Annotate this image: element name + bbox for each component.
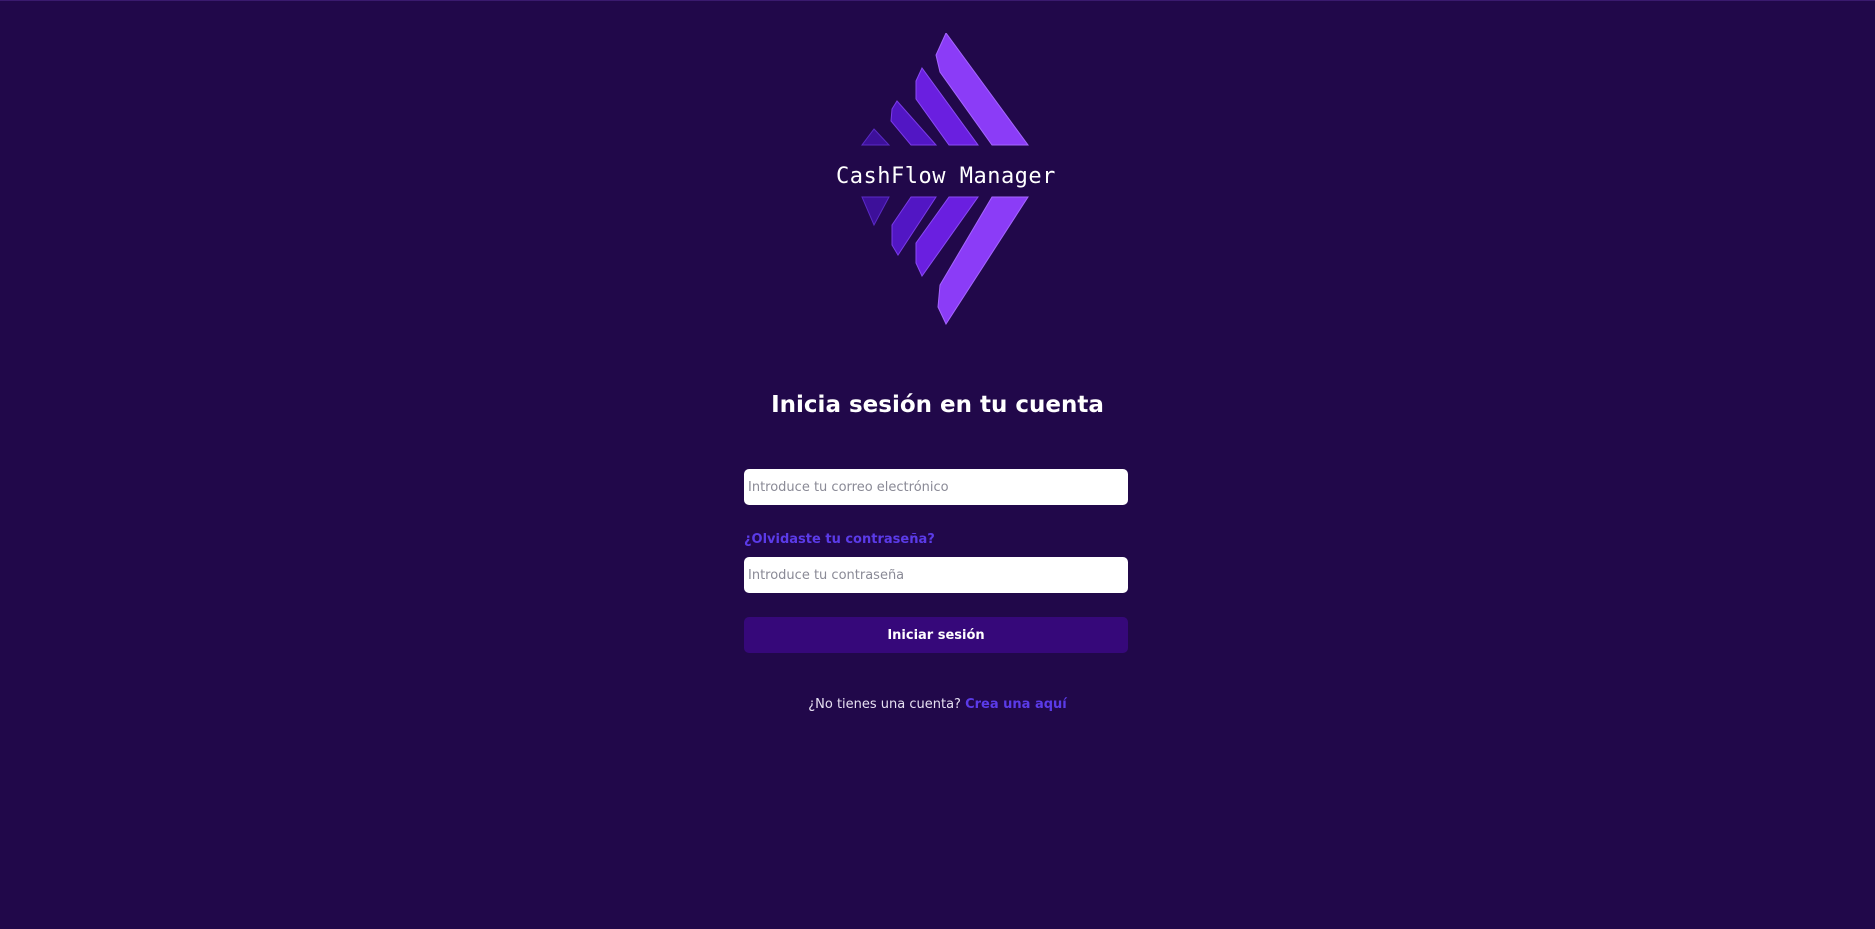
- email-field[interactable]: [744, 469, 1128, 505]
- signup-prompt-text: ¿No tienes una cuenta?: [808, 697, 966, 712]
- page-title: Inicia sesión en tu cuenta: [771, 392, 1104, 418]
- brand-name: CashFlow Manager: [836, 164, 1056, 189]
- login-button[interactable]: Iniciar sesión: [744, 617, 1128, 653]
- brand-logo: CashFlow Manager: [836, 33, 1056, 325]
- logo-stripe-top-1: [861, 128, 891, 146]
- logo-stripe-bottom-1: [861, 196, 890, 227]
- password-field[interactable]: [744, 557, 1128, 593]
- signup-link[interactable]: Crea una aquí: [965, 697, 1067, 712]
- forgot-password-link[interactable]: ¿Olvidaste tu contraseña?: [744, 531, 935, 549]
- top-border: [0, 0, 1875, 1]
- signup-prompt-row: ¿No tienes una cuenta? Crea una aquí: [0, 696, 1875, 714]
